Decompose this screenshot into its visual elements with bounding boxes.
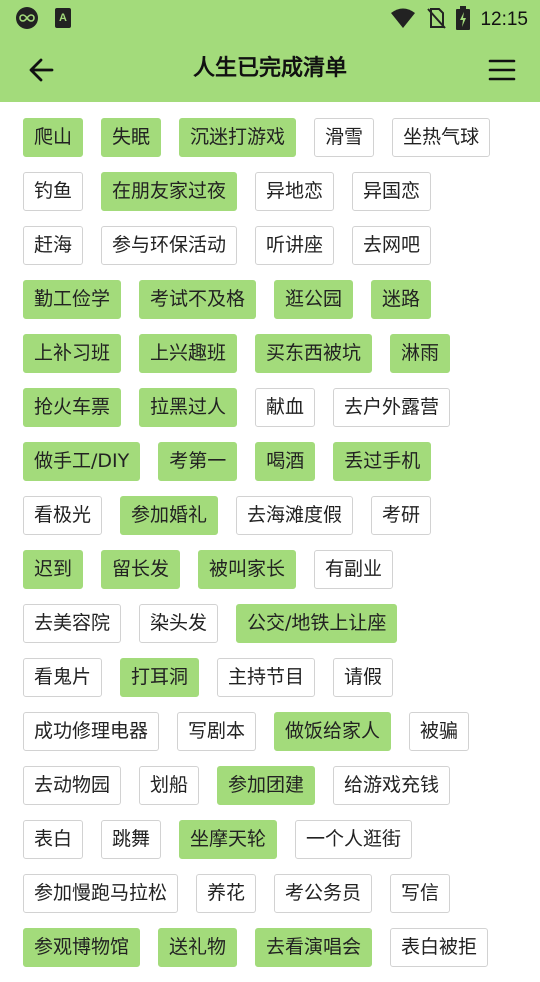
checklist-tag-completed[interactable]: 拉黑过人 xyxy=(139,388,238,427)
tag-row: 参观博物馆 送礼物 去看演唱会 表白被拒 xyxy=(23,928,518,982)
checklist-tag-completed[interactable]: 考试不及格 xyxy=(139,280,257,319)
checklist-tag-completed[interactable]: 上补习班 xyxy=(23,334,122,373)
checklist-tag-completed[interactable]: 丢过手机 xyxy=(333,442,432,481)
battery-charging-icon xyxy=(456,6,471,34)
checklist-tag[interactable]: 写信 xyxy=(390,874,451,913)
tag-row: 爬山 失眠 沉迷打游戏 滑雪 坐热气球 xyxy=(23,118,518,172)
wifi-icon xyxy=(390,7,416,33)
status-time: 12:15 xyxy=(480,9,528,30)
checklist-tag[interactable]: 去动物园 xyxy=(23,766,122,805)
checklist-tag-completed[interactable]: 考第一 xyxy=(158,442,238,481)
no-sim-icon xyxy=(426,7,447,33)
page-title: 人生已完成清单 xyxy=(192,56,347,81)
checklist-tag[interactable]: 染头发 xyxy=(139,604,219,643)
checklist-tag[interactable]: 去网吧 xyxy=(352,226,432,265)
checklist-tag[interactable]: 考研 xyxy=(371,496,432,535)
checklist-tag[interactable]: 滑雪 xyxy=(314,118,375,157)
checklist-tag-completed[interactable]: 参加团建 xyxy=(217,766,316,805)
tag-row: 成功修理电器 写剧本 做饭给家人 被骗 xyxy=(23,712,518,766)
checklist-tag[interactable]: 去海滩度假 xyxy=(236,496,354,535)
tag-row: 迟到 留长发 被叫家长 有副业 xyxy=(23,550,518,604)
infinity-app-icon xyxy=(14,6,40,34)
hamburger-menu-icon xyxy=(488,59,516,81)
tag-row: 勤工俭学 考试不及格 逛公园 迷路 xyxy=(23,280,518,334)
checklist-tag-completed[interactable]: 上兴趣班 xyxy=(139,334,238,373)
checklist-tag[interactable]: 写剧本 xyxy=(177,712,257,751)
status-bar: A 12:15 xyxy=(0,0,540,36)
checklist-tag-completed[interactable]: 去看演唱会 xyxy=(255,928,373,967)
checklist-tag[interactable]: 看鬼片 xyxy=(23,658,103,697)
checklist-tag-completed[interactable]: 做手工/DIY xyxy=(23,442,141,481)
checklist-tag-completed[interactable]: 留长发 xyxy=(101,550,181,589)
checklist-tag[interactable]: 异地恋 xyxy=(255,172,335,211)
checklist-tag-completed[interactable]: 买东西被坑 xyxy=(255,334,373,373)
tag-row: 钓鱼 在朋友家过夜 异地恋 异国恋 xyxy=(23,172,518,226)
text-a-icon: A xyxy=(54,7,72,33)
checklist-tag-completed[interactable]: 淋雨 xyxy=(390,334,451,373)
checklist-tag[interactable]: 参加慢跑马拉松 xyxy=(23,874,179,913)
checklist-tag-completed[interactable]: 勤工俭学 xyxy=(23,280,122,319)
checklist-tag-completed[interactable]: 爬山 xyxy=(23,118,84,157)
life-checklist-tags: 爬山 失眠 沉迷打游戏 滑雪 坐热气球 钓鱼 在朋友家过夜 异地恋 异国恋 赶海 参与环保活动 听讲座… xyxy=(0,102,540,982)
checklist-tag[interactable]: 成功修理电器 xyxy=(23,712,160,751)
tag-row: 做手工/DIY 考第一 喝酒 丢过手机 xyxy=(23,442,518,496)
tag-row: 看鬼片 打耳洞 主持节目 请假 xyxy=(23,658,518,712)
checklist-tag-completed[interactable]: 在朋友家过夜 xyxy=(101,172,238,211)
tag-row: 参加慢跑马拉松 养花 考公务员 写信 xyxy=(23,874,518,928)
checklist-tag[interactable]: 考公务员 xyxy=(274,874,373,913)
tag-row: 看极光 参加婚礼 去海滩度假 考研 xyxy=(23,496,518,550)
checklist-tag-completed[interactable]: 参观博物馆 xyxy=(23,928,141,967)
app-bar: 人生已完成清单 xyxy=(0,36,540,102)
checklist-tag-completed[interactable]: 沉迷打游戏 xyxy=(179,118,297,157)
checklist-tag[interactable]: 请假 xyxy=(333,658,394,697)
svg-text:A: A xyxy=(59,12,67,24)
checklist-tag[interactable]: 被骗 xyxy=(409,712,470,751)
checklist-tag[interactable]: 参与环保活动 xyxy=(101,226,238,265)
tag-row: 上补习班 上兴趣班 买东西被坑 淋雨 xyxy=(23,334,518,388)
checklist-tag[interactable]: 听讲座 xyxy=(255,226,335,265)
checklist-tag[interactable]: 献血 xyxy=(255,388,316,427)
checklist-tag[interactable]: 表白被拒 xyxy=(390,928,489,967)
checklist-tag[interactable]: 表白 xyxy=(23,820,84,859)
checklist-tag[interactable]: 跳舞 xyxy=(101,820,162,859)
checklist-tag[interactable]: 养花 xyxy=(196,874,257,913)
checklist-tag[interactable]: 异国恋 xyxy=(352,172,432,211)
checklist-tag-completed[interactable]: 被叫家长 xyxy=(198,550,297,589)
tag-row: 去美容院 染头发 公交/地铁上让座 xyxy=(23,604,518,658)
tag-row: 表白 跳舞 坐摩天轮 一个人逛街 xyxy=(23,820,518,874)
checklist-tag[interactable]: 划船 xyxy=(139,766,200,805)
checklist-tag[interactable]: 有副业 xyxy=(314,550,394,589)
checklist-tag-completed[interactable]: 坐摩天轮 xyxy=(179,820,278,859)
checklist-tag[interactable]: 主持节目 xyxy=(217,658,316,697)
checklist-tag[interactable]: 看极光 xyxy=(23,496,103,535)
checklist-tag-completed[interactable]: 做饭给家人 xyxy=(274,712,392,751)
checklist-tag-completed[interactable]: 打耳洞 xyxy=(120,658,200,697)
checklist-tag-completed[interactable]: 失眠 xyxy=(101,118,162,157)
checklist-tag[interactable]: 去户外露营 xyxy=(333,388,451,427)
checklist-tag-completed[interactable]: 公交/地铁上让座 xyxy=(236,604,398,643)
checklist-tag-completed[interactable]: 送礼物 xyxy=(158,928,238,967)
checklist-tag-completed[interactable]: 喝酒 xyxy=(255,442,316,481)
checklist-tag[interactable]: 赶海 xyxy=(23,226,84,265)
checklist-tag-completed[interactable]: 迷路 xyxy=(371,280,432,319)
checklist-tag-completed[interactable]: 迟到 xyxy=(23,550,84,589)
checklist-tag-completed[interactable]: 参加婚礼 xyxy=(120,496,219,535)
checklist-tag[interactable]: 一个人逛街 xyxy=(295,820,413,859)
checklist-tag[interactable]: 去美容院 xyxy=(23,604,122,643)
menu-button[interactable] xyxy=(486,54,518,86)
tag-row: 去动物园 划船 参加团建 给游戏充钱 xyxy=(23,766,518,820)
checklist-tag-completed[interactable]: 抢火车票 xyxy=(23,388,122,427)
checklist-tag[interactable]: 坐热气球 xyxy=(392,118,491,157)
checklist-tag-completed[interactable]: 逛公园 xyxy=(274,280,354,319)
tag-row: 抢火车票 拉黑过人 献血 去户外露营 xyxy=(23,388,518,442)
tag-row: 赶海 参与环保活动 听讲座 去网吧 xyxy=(23,226,518,280)
checklist-tag[interactable]: 钓鱼 xyxy=(23,172,84,211)
checklist-tag[interactable]: 给游戏充钱 xyxy=(333,766,451,805)
